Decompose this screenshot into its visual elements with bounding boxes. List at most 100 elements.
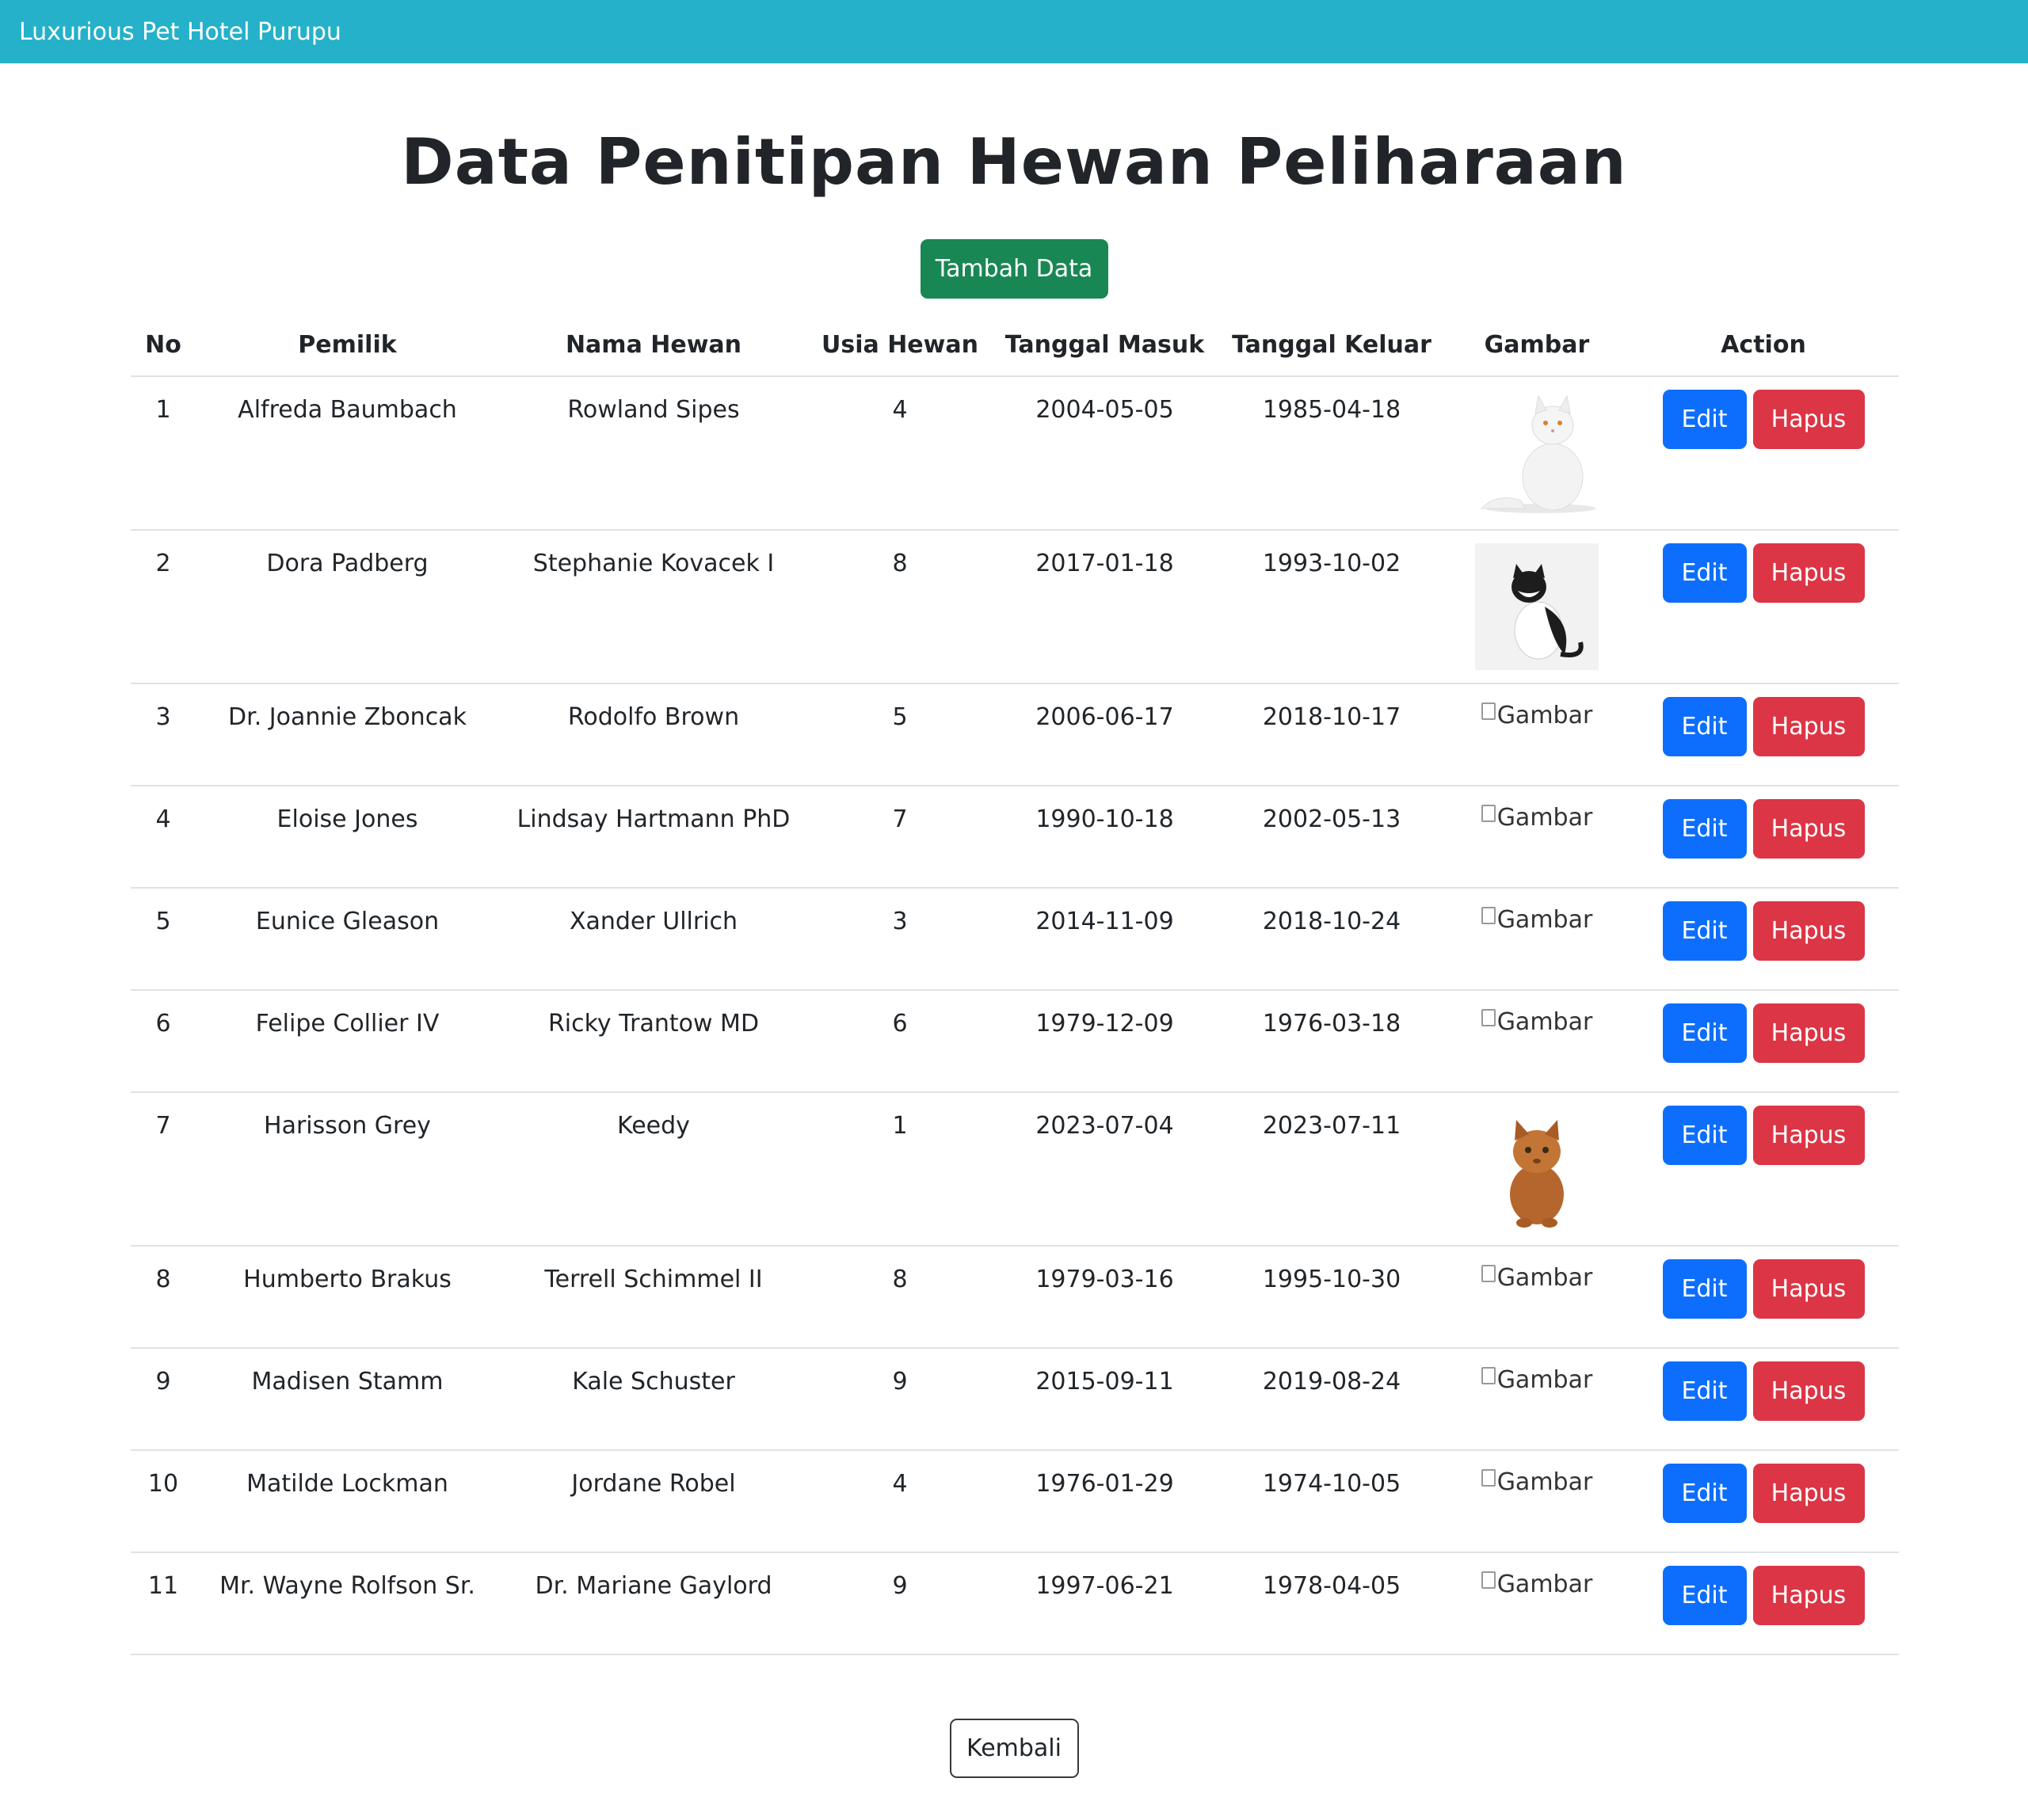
cell-pemilik: Alfreda Baumbach xyxy=(196,376,499,531)
edit-button[interactable]: Edit xyxy=(1662,1464,1747,1523)
delete-button[interactable]: Hapus xyxy=(1752,1106,1865,1165)
cell-pemilik: Felipe Collier IV xyxy=(196,990,499,1093)
edit-button[interactable]: Edit xyxy=(1662,901,1747,961)
table-row: 2 Dora Padberg Stephanie Kovacek I 8 2017-01… xyxy=(131,530,1899,684)
cell-nama-hewan: Lindsay Hartmann PhD xyxy=(499,786,808,889)
cell-pemilik: Madisen Stamm xyxy=(196,1348,499,1451)
image-alt-text: Gambar xyxy=(1496,804,1593,832)
cell-gambar xyxy=(1446,530,1628,684)
delete-button[interactable]: Hapus xyxy=(1752,1361,1865,1421)
table-row: 7 Harisson Grey Keedy 1 2023-07-04 2023-07-11… xyxy=(131,1092,1899,1247)
cell-nama-hewan: Terrell Schimmel II xyxy=(499,1246,808,1349)
cell-nama-hewan: Stephanie Kovacek I xyxy=(499,530,808,684)
broken-image: Gambar xyxy=(1481,1464,1592,1496)
delete-button[interactable]: Hapus xyxy=(1752,1259,1865,1319)
table-row: 1 Alfreda Baumbach Rowland Sipes 4 2004-05-0… xyxy=(131,376,1899,531)
navbar-brand[interactable]: Luxurious Pet Hotel Purupu xyxy=(19,18,341,46)
cell-pemilik: Dr. Joannie Zboncak xyxy=(196,683,499,786)
image-alt-text: Gambar xyxy=(1496,906,1593,934)
cell-tanggal-masuk: 1997-06-21 xyxy=(992,1552,1218,1655)
delete-button[interactable]: Hapus xyxy=(1752,543,1865,603)
cell-tanggal-masuk: 2004-05-05 xyxy=(992,376,1218,531)
delete-button[interactable]: Hapus xyxy=(1752,1003,1865,1063)
back-button[interactable]: Kembali xyxy=(949,1719,1079,1778)
delete-button[interactable]: Hapus xyxy=(1752,697,1865,756)
edit-button[interactable]: Edit xyxy=(1662,390,1747,449)
cell-gambar: Gambar xyxy=(1446,990,1628,1093)
delete-button[interactable]: Hapus xyxy=(1752,1464,1865,1523)
cell-pemilik: Harisson Grey xyxy=(196,1092,499,1247)
white-cat-image xyxy=(1480,394,1596,513)
cell-usia-hewan: 8 xyxy=(808,530,992,684)
cell-usia-hewan: 9 xyxy=(808,1348,992,1451)
cell-tanggal-masuk: 1990-10-18 xyxy=(992,786,1218,889)
broken-image: Gambar xyxy=(1481,799,1593,832)
cell-action: Edit Hapus xyxy=(1628,1092,1899,1247)
cell-tanggal-masuk: 2017-01-18 xyxy=(992,530,1218,684)
broken-image-icon xyxy=(1481,1264,1496,1282)
broken-image: Gambar xyxy=(1481,901,1593,934)
edit-button[interactable]: Edit xyxy=(1662,1003,1747,1063)
cell-no: 4 xyxy=(131,786,196,889)
cell-gambar: Gambar xyxy=(1446,1348,1628,1451)
table-row: 4 Eloise Jones Lindsay Hartmann PhD 7 1990-1… xyxy=(131,786,1899,889)
edit-button[interactable]: Edit xyxy=(1662,543,1747,603)
add-data-button[interactable]: Tambah Data xyxy=(920,239,1108,299)
back-button-wrap: Kembali xyxy=(0,1719,2028,1778)
edit-button[interactable]: Edit xyxy=(1662,1566,1747,1625)
header-nama-hewan: Nama Hewan xyxy=(499,314,808,377)
cell-tanggal-keluar: 1995-10-30 xyxy=(1218,1246,1446,1349)
cell-tanggal-keluar: 1976-03-18 xyxy=(1218,990,1446,1093)
cell-nama-hewan: Ricky Trantow MD xyxy=(499,990,808,1093)
cell-no: 11 xyxy=(131,1552,196,1655)
cell-usia-hewan: 4 xyxy=(808,1450,992,1553)
cell-pemilik: Humberto Brakus xyxy=(196,1246,499,1349)
delete-button[interactable]: Hapus xyxy=(1752,901,1865,961)
table-row: 5 Eunice Gleason Xander Ullrich 3 2014-11-09… xyxy=(131,888,1899,991)
broken-image-icon xyxy=(1481,702,1496,720)
edit-button[interactable]: Edit xyxy=(1662,799,1747,859)
cell-tanggal-keluar: 1993-10-02 xyxy=(1218,530,1446,684)
black-white-cat-image xyxy=(1475,543,1599,670)
broken-image: Gambar xyxy=(1481,1566,1592,1598)
edit-button[interactable]: Edit xyxy=(1662,697,1747,756)
table-row: 8 Humberto Brakus Terrell Schimmel II 8 1979… xyxy=(131,1246,1899,1349)
delete-button[interactable]: Hapus xyxy=(1752,799,1865,859)
edit-button[interactable]: Edit xyxy=(1662,1361,1747,1421)
table-row: 6 Felipe Collier IV Ricky Trantow MD 6 1979-… xyxy=(131,990,1899,1093)
cell-pemilik: Mr. Wayne Rolfson Sr. xyxy=(196,1552,499,1655)
cell-tanggal-masuk: 1979-12-09 xyxy=(992,990,1218,1093)
cell-nama-hewan: Jordane Robel xyxy=(499,1450,808,1553)
cell-tanggal-keluar: 2023-07-11 xyxy=(1218,1092,1446,1247)
cell-no: 9 xyxy=(131,1348,196,1451)
cell-tanggal-masuk: 2023-07-04 xyxy=(992,1092,1218,1247)
cell-action: Edit Hapus xyxy=(1628,1552,1899,1655)
table-body: 1 Alfreda Baumbach Rowland Sipes 4 2004-05-0… xyxy=(131,376,1899,1655)
cell-usia-hewan: 4 xyxy=(808,376,992,531)
edit-button[interactable]: Edit xyxy=(1662,1259,1747,1319)
cell-no: 2 xyxy=(131,530,196,684)
cell-action: Edit Hapus xyxy=(1628,990,1899,1093)
cell-usia-hewan: 1 xyxy=(808,1092,992,1247)
table-row: 3 Dr. Joannie Zboncak Rodolfo Brown 5 2006-0… xyxy=(131,683,1899,786)
cell-no: 6 xyxy=(131,990,196,1093)
cell-tanggal-keluar: 2019-08-24 xyxy=(1218,1348,1446,1451)
table-row: 11 Mr. Wayne Rolfson Sr. Dr. Mariane Gaylo… xyxy=(131,1552,1899,1655)
orange-kitten-image xyxy=(1510,1120,1564,1228)
cell-action: Edit Hapus xyxy=(1628,683,1899,786)
cell-gambar xyxy=(1446,376,1628,531)
broken-image: Gambar xyxy=(1481,1259,1592,1292)
cell-no: 5 xyxy=(131,888,196,991)
cell-tanggal-masuk: 2006-06-17 xyxy=(992,683,1218,786)
delete-button[interactable]: Hapus xyxy=(1752,390,1865,449)
delete-button[interactable]: Hapus xyxy=(1752,1566,1865,1625)
pet-table: No Pemilik Nama Hewan Usia Hewan Tanggal… xyxy=(131,314,1899,1655)
cell-no: 7 xyxy=(131,1092,196,1247)
cell-tanggal-masuk: 1979-03-16 xyxy=(992,1246,1218,1349)
cell-tanggal-keluar: 2018-10-24 xyxy=(1218,888,1446,991)
cell-nama-hewan: Xander Ullrich xyxy=(499,888,808,991)
broken-image-icon xyxy=(1481,906,1496,924)
image-alt-text: Gambar xyxy=(1496,702,1593,729)
cell-usia-hewan: 9 xyxy=(808,1552,992,1655)
edit-button[interactable]: Edit xyxy=(1662,1106,1747,1165)
